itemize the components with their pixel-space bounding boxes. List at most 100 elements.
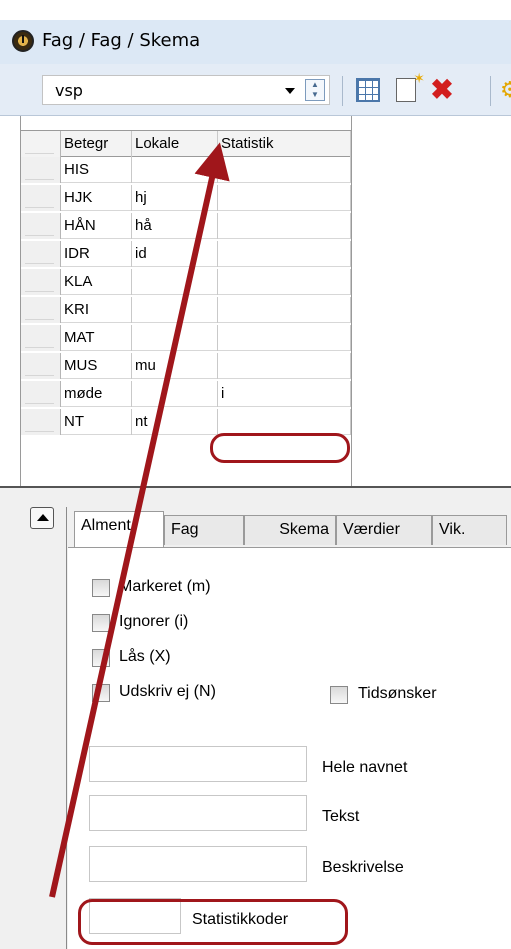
cell-statistik[interactable] [218,241,351,267]
chevron-down-icon[interactable] [285,88,295,94]
spinner-icon[interactable]: ▲ ▼ [305,79,325,101]
cell-betegnelse[interactable]: NT [61,409,132,435]
tab-vaerdier[interactable]: Værdier [336,515,432,545]
tekst-field[interactable] [89,795,307,831]
table-row[interactable]: IDR id [21,241,351,267]
checkbox-label: Tidsønsker [358,685,437,702]
grid-top-strip [21,116,351,131]
hele-navnet-label: Hele navnet [322,759,408,776]
table-row[interactable]: KLA [21,269,351,295]
row-selector[interactable] [21,297,61,323]
grid-corner[interactable] [21,131,61,157]
table-row[interactable]: møde i [21,381,351,407]
cell-betegnelse[interactable]: MAT [61,325,132,351]
cell-betegnelse[interactable]: HÅN [61,213,132,239]
table-row[interactable]: HJK hj [21,185,351,211]
clock-icon [12,30,34,52]
tekst-label: Tekst [322,808,360,825]
cell-betegnelse[interactable]: KRI [61,297,132,323]
cell-lokale[interactable] [132,297,218,323]
cell-statistik[interactable] [218,213,351,239]
row-selector[interactable] [21,185,61,211]
cell-lokale[interactable]: hj [132,185,218,211]
column-header-betegnelse[interactable]: Betegr [61,131,132,157]
cell-lokale[interactable] [132,269,218,295]
window-title: Fag / Fag / Skema [42,30,201,51]
tab-content-alment: Markeret (m) Ignorer (i) Lås (X) Udskriv… [68,547,511,949]
cell-lokale[interactable]: mu [132,353,218,379]
grid-header-row: Betegr Lokale Statistik [21,131,351,157]
checkbox-box[interactable] [330,686,348,704]
cell-lokale[interactable] [132,325,218,351]
view-selector-combo[interactable]: vsp ▲ ▼ [42,75,330,105]
row-selector[interactable] [21,353,61,379]
panel-divider [66,507,67,949]
checkbox-box[interactable] [92,684,110,702]
tab-fag[interactable]: Fag [164,515,244,545]
details-panel: Alment Fag Skema Værdier Vik. Markeret (… [0,494,511,949]
cell-statistik[interactable] [218,325,351,351]
toolbar-divider [342,76,343,106]
statistikkoder-highlight [78,899,348,945]
cell-statistik[interactable] [218,157,351,183]
view-selector-value: vsp [55,81,83,100]
cell-statistik[interactable]: i [218,381,351,407]
cell-statistik[interactable] [218,409,351,435]
beskrivelse-field[interactable] [89,846,307,882]
cell-betegnelse[interactable]: HIS [61,157,132,183]
column-header-lokale[interactable]: Lokale [132,131,218,157]
row-selector[interactable] [21,157,61,183]
cell-betegnelse[interactable]: KLA [61,269,132,295]
row-selector[interactable] [21,381,61,407]
cell-betegnelse[interactable]: HJK [61,185,132,211]
cell-lokale[interactable] [132,157,218,183]
grid-settings-icon[interactable] [356,78,380,102]
hele-navnet-field[interactable] [89,746,307,782]
delete-icon[interactable]: ✖ [430,76,454,104]
table-row[interactable]: MAT [21,325,351,351]
cell-lokale[interactable]: nt [132,409,218,435]
column-header-statistik[interactable]: Statistik [218,131,351,157]
checkbox-label: Lås (X) [119,648,171,665]
checkbox-label: Ignorer (i) [119,613,189,630]
cell-lokale[interactable]: hå [132,213,218,239]
title-bar: Fag / Fag / Skema [0,20,511,64]
cell-lokale[interactable]: id [132,241,218,267]
cell-betegnelse[interactable]: IDR [61,241,132,267]
table-row[interactable]: HIS [21,157,351,183]
checkbox-box[interactable] [92,649,110,667]
cell-betegnelse[interactable]: MUS [61,353,132,379]
toolbar: vsp ▲▼ ✖ ⚙ [0,64,511,116]
tab-vik[interactable]: Vik. [432,515,507,545]
tab-alment[interactable]: Alment [74,511,164,547]
toolbar-divider [490,76,491,106]
cell-statistik[interactable] [218,269,351,295]
panel-splitter[interactable] [0,486,511,494]
checkbox-box[interactable] [92,579,110,597]
row-selector[interactable] [21,213,61,239]
cell-statistik[interactable] [218,297,351,323]
new-record-icon[interactable] [396,70,425,102]
grid-right-border [351,116,352,486]
tab-skema[interactable]: Skema [244,515,336,545]
subjects-grid: Betegr Lokale Statistik HIS HJK hj HÅN hå IDR… [20,116,511,486]
row-selector[interactable] [21,409,61,435]
checkbox-label: Markeret (m) [119,578,211,595]
collapse-panel-button[interactable] [30,507,54,529]
table-row[interactable]: KRI [21,297,351,323]
statistik-cell-highlight [210,433,350,463]
checkbox-box[interactable] [92,614,110,632]
cell-statistik[interactable] [218,185,351,211]
row-selector[interactable] [21,241,61,267]
table-row[interactable]: HÅN hå [21,213,351,239]
gear-icon[interactable]: ⚙ [500,78,511,102]
row-selector[interactable] [21,269,61,295]
cell-statistik[interactable] [218,353,351,379]
row-selector[interactable] [21,325,61,351]
cell-lokale[interactable] [132,381,218,407]
beskrivelse-label: Beskrivelse [322,859,404,876]
table-row[interactable]: NT nt [21,409,351,435]
checkbox-label: Udskriv ej (N) [119,683,216,700]
table-row[interactable]: MUS mu [21,353,351,379]
cell-betegnelse[interactable]: møde [61,381,132,407]
